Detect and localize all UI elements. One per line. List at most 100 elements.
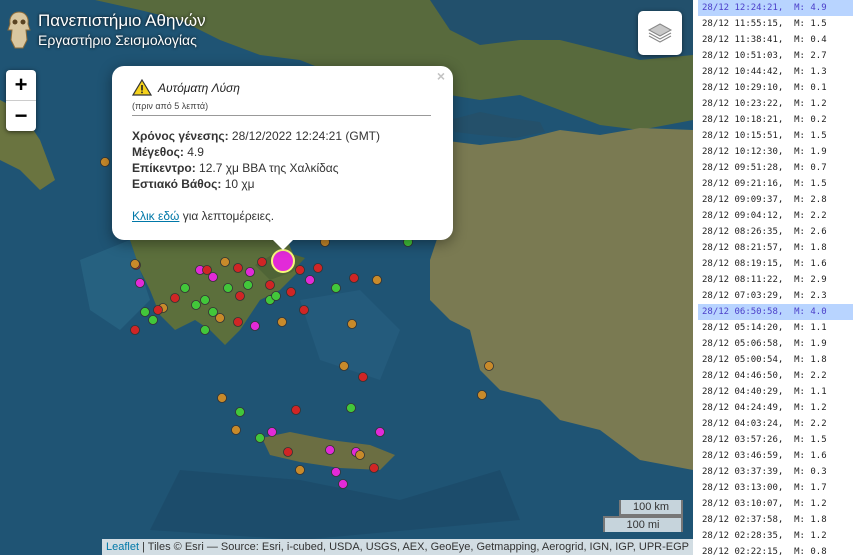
earthquake-marker[interactable] <box>200 325 210 335</box>
event-popup: × Αυτόματη Λύση (πριν από 5 λεπτά) Χρόνο… <box>112 66 453 250</box>
earthquake-marker[interactable] <box>257 257 267 267</box>
earthquake-marker[interactable] <box>170 293 180 303</box>
event-list-item[interactable]: 28/12 03:10:07, M: 1.2 <box>698 496 853 512</box>
earthquake-marker[interactable] <box>313 263 323 273</box>
earthquake-marker[interactable] <box>305 275 315 285</box>
earthquake-marker[interactable] <box>235 291 245 301</box>
event-list-item[interactable]: 28/12 05:06:58, M: 1.9 <box>698 336 853 352</box>
earthquake-marker[interactable] <box>140 307 150 317</box>
event-list-item[interactable]: 28/12 04:03:24, M: 2.2 <box>698 416 853 432</box>
event-list-item[interactable]: 28/12 10:23:22, M: 1.2 <box>698 96 853 112</box>
earthquake-marker[interactable] <box>484 361 494 371</box>
event-list-item[interactable]: 28/12 12:24:21, M: 4.9 <box>698 0 853 16</box>
event-list-item[interactable]: 28/12 03:13:00, M: 1.7 <box>698 480 853 496</box>
earthquake-marker[interactable] <box>291 405 301 415</box>
event-list-item[interactable]: 28/12 08:11:22, M: 2.9 <box>698 272 853 288</box>
earthquake-marker[interactable] <box>243 280 253 290</box>
event-list-item[interactable]: 28/12 02:22:15, M: 0.8 <box>698 544 853 555</box>
earthquake-marker[interactable] <box>331 283 341 293</box>
event-list-item[interactable]: 28/12 08:19:15, M: 1.6 <box>698 256 853 272</box>
leaflet-link[interactable]: Leaflet <box>106 541 139 553</box>
event-list-item[interactable]: 28/12 10:15:51, M: 1.5 <box>698 128 853 144</box>
earthquake-marker[interactable] <box>372 275 382 285</box>
earthquake-marker[interactable] <box>347 319 357 329</box>
earthquake-marker[interactable] <box>135 278 145 288</box>
earthquake-marker[interactable] <box>100 157 110 167</box>
event-list-item[interactable]: 28/12 09:21:16, M: 1.5 <box>698 176 853 192</box>
earthquake-marker[interactable] <box>255 433 265 443</box>
event-list[interactable]: 28/12 12:24:21, M: 4.9 28/12 11:55:15, M:… <box>698 0 853 555</box>
map-view[interactable]: Πανεπιστήμιο Αθηνών Εργαστήριο Σεισμολογ… <box>0 0 693 555</box>
earthquake-marker[interactable] <box>200 295 210 305</box>
event-list-item[interactable]: 28/12 06:50:58, M: 4.0 <box>698 304 853 320</box>
event-list-item[interactable]: 28/12 02:37:58, M: 1.8 <box>698 512 853 528</box>
event-list-item[interactable]: 28/12 04:46:50, M: 2.2 <box>698 368 853 384</box>
earthquake-marker[interactable] <box>339 361 349 371</box>
earthquake-marker[interactable] <box>180 283 190 293</box>
selected-event-marker[interactable] <box>271 249 295 273</box>
earthquake-marker[interactable] <box>477 390 487 400</box>
earthquake-marker[interactable] <box>130 259 140 269</box>
event-list-item[interactable]: 28/12 08:26:35, M: 2.6 <box>698 224 853 240</box>
earthquake-marker[interactable] <box>220 257 230 267</box>
earthquake-marker[interactable] <box>283 447 293 457</box>
earthquake-marker[interactable] <box>265 280 275 290</box>
zoom-in-button[interactable]: + <box>6 70 36 100</box>
event-list-item[interactable]: 28/12 03:57:26, M: 1.5 <box>698 432 853 448</box>
earthquake-marker[interactable] <box>215 313 225 323</box>
earthquake-marker[interactable] <box>191 300 201 310</box>
event-list-item[interactable]: 28/12 02:28:35, M: 1.2 <box>698 528 853 544</box>
earthquake-marker[interactable] <box>202 265 212 275</box>
event-list-item[interactable]: 28/12 03:37:39, M: 0.3 <box>698 464 853 480</box>
event-list-item[interactable]: 28/12 09:51:28, M: 0.7 <box>698 160 853 176</box>
earthquake-marker[interactable] <box>375 427 385 437</box>
earthquake-marker[interactable] <box>358 372 368 382</box>
zoom-out-button[interactable]: − <box>6 100 36 131</box>
details-link[interactable]: Κλικ εδώ <box>132 209 179 223</box>
earthquake-marker[interactable] <box>223 283 233 293</box>
earthquake-marker[interactable] <box>267 427 277 437</box>
event-list-item[interactable]: 28/12 07:03:29, M: 2.3 <box>698 288 853 304</box>
earthquake-marker[interactable] <box>331 467 341 477</box>
event-list-item[interactable]: 28/12 03:46:59, M: 1.6 <box>698 448 853 464</box>
earthquake-marker[interactable] <box>130 325 140 335</box>
earthquake-marker[interactable] <box>235 407 245 417</box>
earthquake-marker[interactable] <box>325 445 335 455</box>
scale-mi: 100 mi <box>603 516 683 532</box>
popup-close-button[interactable]: × <box>437 68 445 84</box>
earthquake-marker[interactable] <box>295 465 305 475</box>
event-list-item[interactable]: 28/12 08:21:57, M: 1.8 <box>698 240 853 256</box>
event-list-item[interactable]: 28/12 04:40:29, M: 1.1 <box>698 384 853 400</box>
event-list-item[interactable]: 28/12 04:24:49, M: 1.2 <box>698 400 853 416</box>
earthquake-marker[interactable] <box>355 450 365 460</box>
event-list-item[interactable]: 28/12 11:55:15, M: 1.5 <box>698 16 853 32</box>
event-list-item[interactable]: 28/12 10:12:30, M: 1.9 <box>698 144 853 160</box>
earthquake-marker[interactable] <box>299 305 309 315</box>
earthquake-marker[interactable] <box>295 265 305 275</box>
earthquake-marker[interactable] <box>271 291 281 301</box>
earthquake-marker[interactable] <box>277 317 287 327</box>
earthquake-marker[interactable] <box>153 305 163 315</box>
earthquake-marker[interactable] <box>148 315 158 325</box>
earthquake-marker[interactable] <box>217 393 227 403</box>
earthquake-marker[interactable] <box>250 321 260 331</box>
event-list-item[interactable]: 28/12 10:29:10, M: 0.1 <box>698 80 853 96</box>
earthquake-marker[interactable] <box>233 263 243 273</box>
event-list-item[interactable]: 28/12 10:44:42, M: 1.3 <box>698 64 853 80</box>
earthquake-marker[interactable] <box>338 479 348 489</box>
event-list-item[interactable]: 28/12 11:38:41, M: 0.4 <box>698 32 853 48</box>
event-list-item[interactable]: 28/12 05:00:54, M: 1.8 <box>698 352 853 368</box>
event-list-item[interactable]: 28/12 09:04:12, M: 2.2 <box>698 208 853 224</box>
earthquake-marker[interactable] <box>346 403 356 413</box>
earthquake-marker[interactable] <box>286 287 296 297</box>
earthquake-marker[interactable] <box>349 273 359 283</box>
event-list-item[interactable]: 28/12 10:51:03, M: 2.7 <box>698 48 853 64</box>
earthquake-marker[interactable] <box>233 317 243 327</box>
earthquake-marker[interactable] <box>245 267 255 277</box>
event-list-item[interactable]: 28/12 10:18:21, M: 0.2 <box>698 112 853 128</box>
event-list-item[interactable]: 28/12 09:09:37, M: 2.8 <box>698 192 853 208</box>
earthquake-marker[interactable] <box>369 463 379 473</box>
earthquake-marker[interactable] <box>231 425 241 435</box>
event-list-item[interactable]: 28/12 05:14:20, M: 1.1 <box>698 320 853 336</box>
layers-button[interactable] <box>638 11 682 55</box>
